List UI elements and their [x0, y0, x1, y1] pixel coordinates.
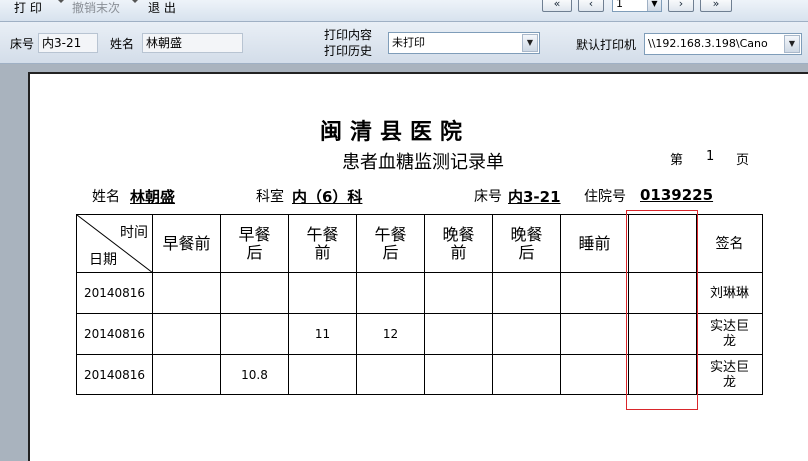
- admission-label: 住院号: [584, 189, 626, 205]
- date-cell: 20140816: [76, 354, 153, 395]
- value-cell: 12: [356, 313, 425, 355]
- last-page-button[interactable]: »: [700, 0, 732, 12]
- print-button[interactable]: 打 印: [14, 1, 42, 16]
- value-cell: [220, 313, 289, 355]
- admission-no: 0139225: [640, 186, 714, 204]
- default-printer-select[interactable]: \\192.168.3.198\Cano ▼: [644, 33, 802, 55]
- column-header: 晚餐后: [492, 214, 561, 273]
- exit-button[interactable]: 退 出: [148, 1, 176, 16]
- bed-no-label: 床号: [474, 189, 502, 205]
- highlight-box: [626, 210, 698, 410]
- hospital-title: 闽清县医院: [320, 119, 471, 145]
- date-cell: 20140816: [76, 313, 153, 355]
- value-cell: [424, 272, 493, 314]
- value-cell: 10.8: [220, 354, 289, 395]
- print-dropdown-icon[interactable]: [58, 0, 64, 3]
- undo-dropdown-icon[interactable]: [132, 0, 138, 3]
- value-cell: [152, 354, 221, 395]
- toolbar: 打 印 撤销末次 退 出 « ‹ 1 ▼ › »: [0, 0, 808, 22]
- page-select[interactable]: 1 ▼: [612, 0, 662, 12]
- page-prefix: 第: [670, 153, 684, 168]
- value-cell: [424, 354, 493, 395]
- prev-page-button[interactable]: ‹: [578, 0, 604, 12]
- column-header: 午餐后: [356, 214, 425, 273]
- value-cell: [288, 272, 357, 314]
- dept: 内（6）科: [292, 188, 363, 206]
- value-cell: [356, 272, 425, 314]
- print-content-value: 未打印: [392, 36, 425, 49]
- date-cell: 20140816: [76, 272, 153, 314]
- value-cell: [492, 354, 561, 395]
- undo-last-button[interactable]: 撤销末次: [72, 1, 120, 16]
- value-cell: [356, 354, 425, 395]
- next-page-button[interactable]: ›: [668, 0, 694, 12]
- print-history-label: 打印历史: [324, 44, 373, 58]
- value-cell: 11: [288, 313, 357, 355]
- form-title: 患者血糖监测记录单: [342, 152, 504, 173]
- value-cell: [288, 354, 357, 395]
- value-cell: [220, 272, 289, 314]
- signature-cell: 实达巨龙: [696, 354, 763, 395]
- name-field[interactable]: 林朝盛: [142, 33, 243, 53]
- patient-name-label: 姓名: [92, 189, 120, 205]
- patient-info-bar: 床号 内3-21 姓名 林朝盛 打印内容 打印历史 未打印 ▼ 默认打印机 \\…: [0, 22, 808, 64]
- column-header: 睡前: [560, 214, 629, 273]
- print-content-select[interactable]: 未打印 ▼: [388, 32, 540, 54]
- signature-cell: 实达巨龙: [696, 313, 763, 355]
- column-header: 早餐前: [152, 214, 221, 273]
- chevron-down-icon[interactable]: ▼: [522, 34, 538, 52]
- page-select-value: 1: [616, 0, 623, 10]
- column-header: 晚餐前: [424, 214, 493, 273]
- page-suffix: 页: [736, 153, 750, 168]
- bed-no: 内3-21: [508, 188, 561, 206]
- dept-label: 科室: [256, 189, 284, 205]
- first-page-button[interactable]: «: [542, 0, 572, 12]
- default-printer-value: \\192.168.3.198\Cano: [648, 37, 768, 50]
- value-cell: [492, 272, 561, 314]
- bed-label: 床号: [10, 37, 35, 51]
- default-printer-label: 默认打印机: [576, 38, 637, 52]
- patient-name: 林朝盛: [130, 188, 176, 206]
- value-cell: [424, 313, 493, 355]
- signature-cell: 刘琳琳: [696, 272, 763, 314]
- value-cell: [560, 354, 629, 395]
- value-cell: [560, 313, 629, 355]
- corner-cell: 时间 日期: [76, 214, 153, 273]
- bed-field[interactable]: 内3-21: [38, 33, 98, 53]
- value-cell: [492, 313, 561, 355]
- column-header: 签名: [696, 214, 763, 273]
- value-cell: [152, 272, 221, 314]
- chevron-down-icon[interactable]: ▼: [784, 35, 800, 53]
- value-cell: [152, 313, 221, 355]
- corner-date-label: 日期: [89, 252, 117, 268]
- value-cell: [560, 272, 629, 314]
- name-label: 姓名: [110, 37, 135, 51]
- page-number: 1: [706, 149, 715, 164]
- column-header: 午餐前: [288, 214, 357, 273]
- chevron-down-icon[interactable]: ▼: [647, 0, 661, 11]
- corner-time-label: 时间: [120, 225, 148, 241]
- column-header: 早餐后: [220, 214, 289, 273]
- print-content-label: 打印内容: [324, 28, 373, 42]
